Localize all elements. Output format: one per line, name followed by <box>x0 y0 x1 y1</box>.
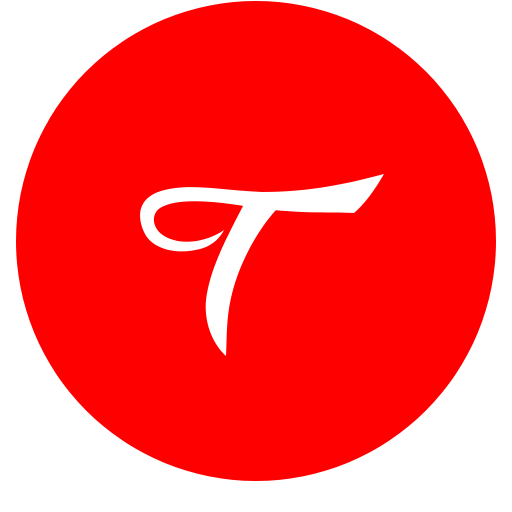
app-icon-stage: T <box>0 0 512 512</box>
script-letter-t-logo-icon <box>16 1 496 481</box>
logo-red-circle <box>16 1 496 481</box>
